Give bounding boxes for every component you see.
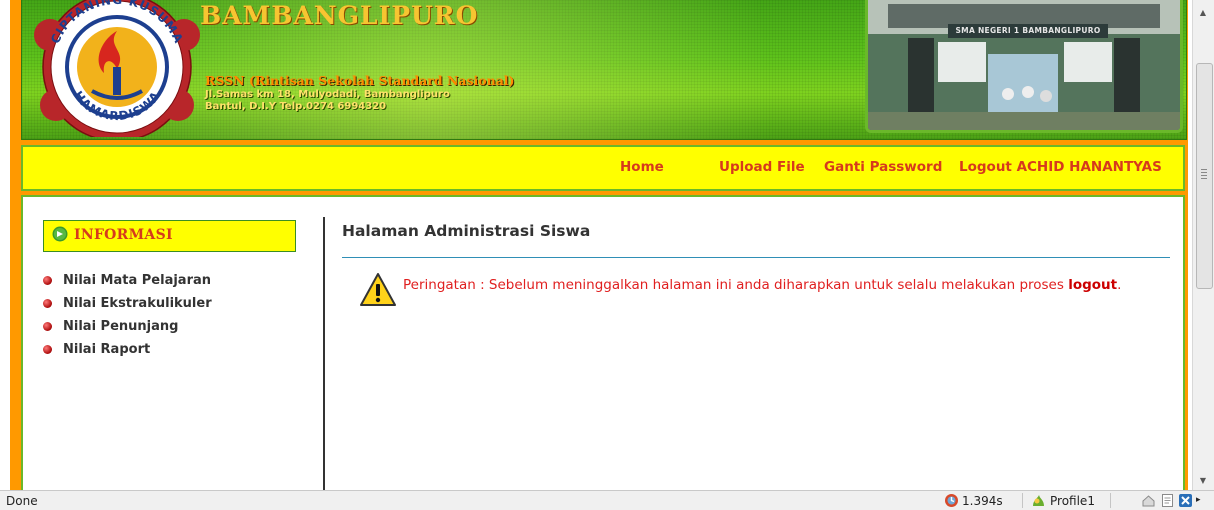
address-line-2: Bantul, D.I.Y Telp.0274 6994320 xyxy=(205,101,387,112)
status-bar: Done 1.394s Profile1 ▸ xyxy=(0,490,1214,510)
home-icon[interactable] xyxy=(1141,493,1156,508)
sidebar-item-label: Nilai Mata Pelajaran xyxy=(63,273,212,288)
nav-change-password-link[interactable]: Ganti Password xyxy=(824,159,942,175)
bullet-icon xyxy=(43,299,52,308)
warning-period: . xyxy=(1117,277,1122,293)
address-line-1: Jl.Samas km 18, Mulyodadi, Bambanglipuro xyxy=(205,89,450,100)
page-icon[interactable] xyxy=(1160,493,1175,508)
column-divider xyxy=(323,217,325,490)
scroll-down-arrow-icon[interactable]: ▼ xyxy=(1198,476,1208,486)
timer-icon xyxy=(945,494,958,507)
sidebar-item-label: Nilai Raport xyxy=(63,342,151,357)
school-photo-drawing xyxy=(868,0,1180,130)
school-photo: SMA NEGERI 1 BAMBANGLIPURO xyxy=(865,0,1183,133)
status-separator xyxy=(1110,493,1111,508)
bullet-icon xyxy=(43,322,52,331)
title-rule xyxy=(342,257,1170,258)
bullet-icon xyxy=(43,345,52,354)
profile-name[interactable]: Profile1 xyxy=(1050,494,1095,508)
nav-logout-link[interactable]: Logout ACHID HANANTYAS xyxy=(959,159,1162,175)
profile-icon[interactable] xyxy=(1031,493,1046,508)
page-title: Halaman Administrasi Siswa xyxy=(342,222,591,240)
addon-x-icon[interactable] xyxy=(1178,493,1193,508)
sidebar-title: INFORMASI xyxy=(74,227,173,243)
sidebar-heading: INFORMASI xyxy=(43,220,296,252)
vertical-scrollbar[interactable]: ▲ ▼ xyxy=(1192,0,1214,490)
sidebar-item-label: Nilai Penunjang xyxy=(63,319,179,334)
top-navigation: Home Upload File Ganti Password Logout A… xyxy=(21,145,1185,191)
photo-school-sign: SMA NEGERI 1 BAMBANGLIPURO xyxy=(948,24,1108,38)
school-logo: CIPTANING KUSUMA HAMARDISWA xyxy=(34,0,200,137)
nav-upload-file-link[interactable]: Upload File xyxy=(719,159,805,175)
logout-warning: Peringatan : Sebelum meninggalkan halama… xyxy=(403,274,1163,296)
warning-logout-word: logout xyxy=(1068,277,1118,293)
program-name: RSSN (Rintisan Sekolah Standard Nasional… xyxy=(205,73,515,88)
warning-icon xyxy=(360,273,396,306)
status-separator xyxy=(1022,493,1023,508)
scrollbar-grip xyxy=(1201,169,1207,180)
warning-message: Peringatan : Sebelum meninggalkan halama… xyxy=(403,277,1069,293)
school-name: BAMBANGLIPURO xyxy=(200,1,479,30)
load-time: 1.394s xyxy=(962,494,1003,508)
scroll-up-arrow-icon[interactable]: ▲ xyxy=(1198,8,1208,18)
page-frame: CIPTANING KUSUMA HAMARDISWA BAMBANGLIPUR… xyxy=(10,0,1188,490)
addon-expand-arrow-icon[interactable]: ▸ xyxy=(1196,495,1201,505)
scrollbar-thumb[interactable] xyxy=(1196,63,1213,289)
status-text: Done xyxy=(6,494,38,508)
nav-home-link[interactable]: Home xyxy=(620,159,664,175)
page-viewport: CIPTANING KUSUMA HAMARDISWA BAMBANGLIPUR… xyxy=(0,0,1192,490)
content-panel: INFORMASI Nilai Mata Pelajaran Nilai Eks… xyxy=(21,195,1185,490)
header-banner: CIPTANING KUSUMA HAMARDISWA BAMBANGLIPUR… xyxy=(21,0,1187,140)
info-arrow-icon xyxy=(52,226,68,242)
sidebar-item-label: Nilai Ekstrakulikuler xyxy=(63,296,212,311)
bullet-icon xyxy=(43,276,52,285)
